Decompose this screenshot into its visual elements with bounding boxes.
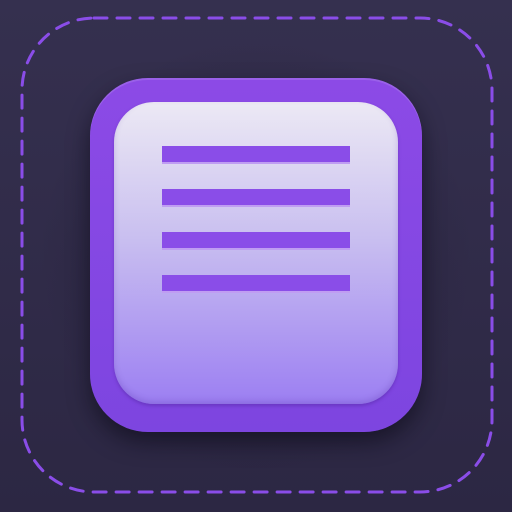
document-icon-tile[interactable]	[90, 78, 422, 432]
text-line-1	[162, 146, 350, 164]
document-lines-icon	[114, 102, 398, 404]
text-line-4	[162, 275, 350, 293]
text-line-3	[162, 232, 350, 250]
app-icon-canvas	[0, 0, 512, 512]
text-line-2	[162, 189, 350, 207]
